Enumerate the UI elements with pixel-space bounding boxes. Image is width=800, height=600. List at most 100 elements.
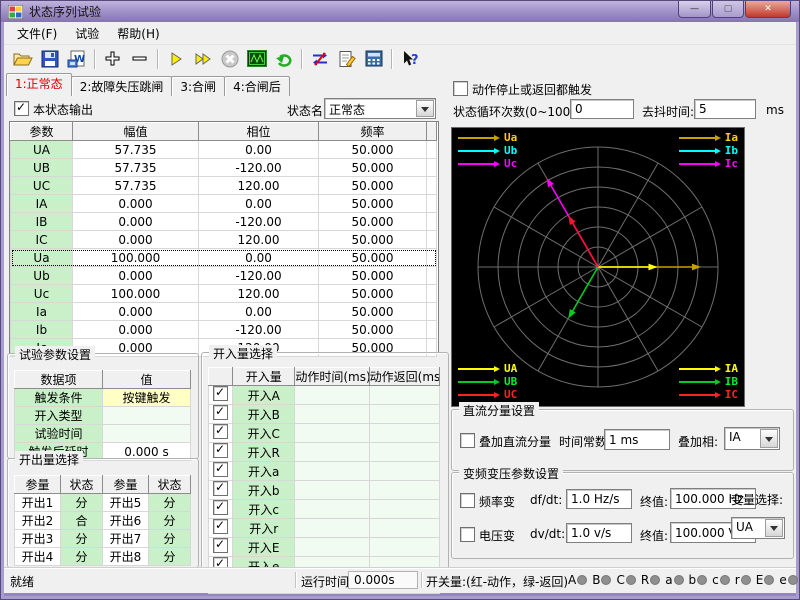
dc-overlay-checkbox[interactable] xyxy=(460,433,475,448)
param-row[interactable]: 开入类型 xyxy=(15,407,191,425)
tab-state-1[interactable]: 1:正常态 xyxy=(6,73,72,96)
out-state[interactable]: 分 xyxy=(149,548,191,566)
chevron-down-icon[interactable] xyxy=(765,519,783,537)
param-row[interactable]: 试验时间 xyxy=(15,425,191,443)
amplitude-cell[interactable]: 100.000 xyxy=(73,249,199,267)
export-word-button[interactable]: W xyxy=(63,47,90,71)
frequency-cell[interactable]: 50.000 xyxy=(319,303,427,321)
open-button[interactable] xyxy=(9,47,36,71)
undo-button[interactable] xyxy=(270,47,297,71)
out-state[interactable]: 合 xyxy=(61,512,103,530)
debounce-input[interactable] xyxy=(694,99,756,119)
phase-cell[interactable]: -120.00 xyxy=(199,267,319,285)
maximize-button[interactable]: ▢ xyxy=(712,1,744,18)
overlay-phase-combo[interactable]: IA xyxy=(724,427,780,450)
out-state[interactable]: 分 xyxy=(61,494,103,512)
chevron-down-icon[interactable] xyxy=(416,100,434,117)
col-frequency[interactable]: 频率 xyxy=(319,123,427,141)
table-row[interactable]: UB57.735-120.0050.000 xyxy=(11,159,437,177)
report-edit-button[interactable] xyxy=(333,47,360,71)
table-row[interactable]: Ub0.000-120.0050.000 xyxy=(11,267,437,285)
in-row[interactable]: 开入A xyxy=(209,386,440,405)
table-row[interactable]: UC57.735120.0050.000 xyxy=(11,177,437,195)
out-state[interactable]: 分 xyxy=(149,512,191,530)
table-row-selected[interactable]: Ua100.0000.0050.000 xyxy=(11,249,437,267)
in-checkbox[interactable] xyxy=(213,519,228,534)
col-param[interactable]: 参数 xyxy=(11,123,73,141)
table-row[interactable]: IB0.000-120.0050.000 xyxy=(11,213,437,231)
chevron-down-icon[interactable] xyxy=(760,429,778,448)
time-constant-input[interactable] xyxy=(604,429,670,450)
amplitude-cell[interactable]: 0.000 xyxy=(73,231,199,249)
out-state[interactable]: 分 xyxy=(149,530,191,548)
stop-button[interactable] xyxy=(216,47,243,71)
calculator-button[interactable] xyxy=(360,47,387,71)
frequency-cell[interactable]: 50.000 xyxy=(319,159,427,177)
tab-state-2[interactable]: 2:故障失压跳闸 xyxy=(71,76,173,96)
amplitude-cell[interactable]: 0.000 xyxy=(73,195,199,213)
phasor-tool-button[interactable] xyxy=(306,47,333,71)
variable-select-combo[interactable]: UA xyxy=(731,517,785,539)
phase-cell[interactable]: 0.00 xyxy=(199,249,319,267)
param-value[interactable] xyxy=(103,407,191,425)
amplitude-cell[interactable]: 0.000 xyxy=(73,267,199,285)
menu-test[interactable]: 试验 xyxy=(66,22,108,45)
phase-cell[interactable]: -120.00 xyxy=(199,213,319,231)
amplitude-cell[interactable]: 57.735 xyxy=(73,141,199,159)
in-checkbox[interactable] xyxy=(213,538,228,553)
waveform-view-button[interactable] xyxy=(243,47,270,71)
table-row[interactable]: Ia0.0000.0050.000 xyxy=(11,303,437,321)
save-button[interactable] xyxy=(36,47,63,71)
volt-change-checkbox[interactable] xyxy=(460,527,475,542)
out-row[interactable]: 开出2合开出6分 xyxy=(15,512,191,530)
frequency-cell[interactable]: 50.000 xyxy=(319,177,427,195)
table-row[interactable]: Ib0.000-120.0050.000 xyxy=(11,321,437,339)
phase-cell[interactable]: -120.00 xyxy=(199,321,319,339)
in-checkbox[interactable] xyxy=(213,500,228,515)
dvdt-input[interactable] xyxy=(566,523,632,543)
in-row[interactable]: 开入R xyxy=(209,443,440,462)
col-phase[interactable]: 相位 xyxy=(199,123,319,141)
out-row[interactable]: 开出4分开出8分 xyxy=(15,548,191,566)
phase-cell[interactable]: 0.00 xyxy=(199,303,319,321)
in-row[interactable]: 开入E xyxy=(209,538,440,557)
out-state[interactable]: 分 xyxy=(61,548,103,566)
frequency-cell[interactable]: 50.000 xyxy=(319,249,427,267)
amplitude-cell[interactable]: 0.000 xyxy=(73,213,199,231)
param-value[interactable] xyxy=(103,425,191,443)
frequency-cell[interactable]: 50.000 xyxy=(319,195,427,213)
frequency-cell[interactable]: 50.000 xyxy=(319,213,427,231)
cycle-count-input[interactable] xyxy=(570,99,634,119)
amplitude-cell[interactable]: 100.000 xyxy=(73,285,199,303)
frequency-cell[interactable]: 50.000 xyxy=(319,141,427,159)
table-row[interactable]: Uc100.000120.0050.000 xyxy=(11,285,437,303)
param-row[interactable]: 触发条件按键触发 xyxy=(15,389,191,407)
freq-change-checkbox[interactable] xyxy=(460,493,475,508)
state-name-combo[interactable]: 正常态 xyxy=(324,98,436,119)
phase-cell[interactable]: 120.00 xyxy=(199,285,319,303)
close-button[interactable]: ✕ xyxy=(745,1,791,18)
in-row[interactable]: 开入a xyxy=(209,462,440,481)
frequency-cell[interactable]: 50.000 xyxy=(319,285,427,303)
in-row[interactable]: 开入C xyxy=(209,424,440,443)
in-row[interactable]: 开入b xyxy=(209,481,440,500)
context-help-button[interactable]: ? xyxy=(396,47,423,71)
state-output-checkbox[interactable] xyxy=(14,101,29,116)
out-row[interactable]: 开出3分开出7分 xyxy=(15,530,191,548)
tab-state-3[interactable]: 3:合闸 xyxy=(171,76,225,96)
frequency-cell[interactable]: 50.000 xyxy=(319,321,427,339)
in-checkbox[interactable] xyxy=(213,424,228,439)
start-fast-button[interactable] xyxy=(189,47,216,71)
phase-cell[interactable]: 120.00 xyxy=(199,231,319,249)
minimize-button[interactable]: — xyxy=(678,1,711,18)
in-row[interactable]: 开入B xyxy=(209,405,440,424)
frequency-cell[interactable]: 50.000 xyxy=(319,267,427,285)
add-state-button[interactable] xyxy=(99,47,126,71)
menu-file[interactable]: 文件(F) xyxy=(8,22,66,45)
table-row[interactable]: IA0.0000.0050.000 xyxy=(11,195,437,213)
out-row[interactable]: 开出1分开出5分 xyxy=(15,494,191,512)
phase-cell[interactable]: -120.00 xyxy=(199,159,319,177)
remove-state-button[interactable] xyxy=(126,47,153,71)
amplitude-cell[interactable]: 0.000 xyxy=(73,321,199,339)
table-row[interactable]: IC0.000120.0050.000 xyxy=(11,231,437,249)
